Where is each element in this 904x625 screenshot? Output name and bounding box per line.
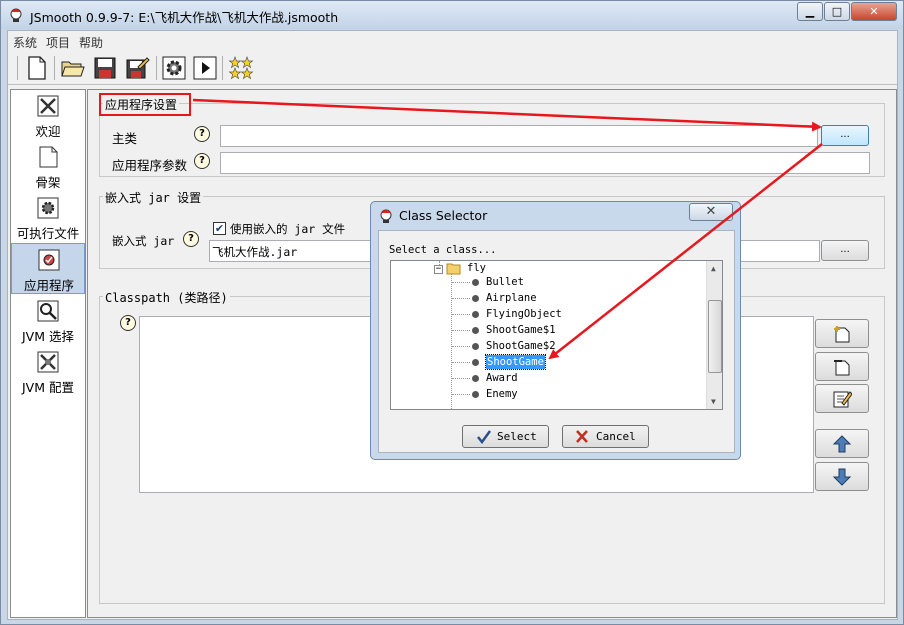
section-nav: 欢迎 骨架 可执行文件 应用程序 JVM 选择 JVM 配置	[10, 89, 86, 618]
main-class-field[interactable]	[220, 125, 818, 147]
annotation-highlight-box	[99, 93, 191, 116]
new-file-icon[interactable]	[24, 55, 50, 81]
maximize-button[interactable]: □	[824, 2, 850, 21]
collapse-toggle-icon[interactable]: −	[434, 265, 443, 274]
menu-help[interactable]: 帮助	[79, 34, 103, 51]
add-file-button[interactable]	[815, 352, 869, 381]
main-class-browse-button[interactable]: ...	[821, 125, 869, 146]
save-icon[interactable]	[92, 55, 118, 81]
embedded-jar-label: 嵌入式 jar	[112, 234, 175, 248]
nav-label: JVM 配置	[22, 380, 74, 395]
embedded-jar-help-icon[interactable]: ?	[183, 231, 199, 247]
class-bullet-icon	[472, 327, 479, 334]
scroll-down-icon[interactable]: ▼	[711, 397, 716, 406]
menu-bar: 系统 项目 帮助	[8, 31, 897, 51]
nav-label: 骨架	[35, 175, 61, 190]
move-up-icon	[832, 435, 852, 453]
checkmark-icon	[477, 430, 492, 444]
class-selector-dialog: Class Selector ✕ Select a class... − fly…	[370, 201, 741, 460]
app-args-help-icon[interactable]: ?	[194, 153, 210, 169]
class-bullet-icon	[472, 391, 479, 398]
move-down-icon	[832, 468, 852, 486]
nav-item-jvm-config[interactable]: JVM 配置	[11, 346, 85, 397]
run-icon[interactable]	[192, 55, 218, 81]
class-node[interactable]: Airplane	[486, 291, 537, 305]
class-node[interactable]: Bullet	[486, 275, 524, 289]
class-bullet-icon	[472, 359, 479, 366]
class-node[interactable]: ShootGame$2	[486, 339, 556, 353]
move-up-button[interactable]	[815, 429, 869, 458]
compile-gear-icon[interactable]	[161, 55, 187, 81]
nav-item-application[interactable]: 应用程序	[11, 243, 85, 294]
scrollbar-thumb[interactable]	[708, 300, 722, 373]
use-embedded-jar-checkbox[interactable]: ✔	[213, 222, 226, 235]
classpath-group-label: Classpath (类路径)	[103, 289, 230, 306]
embedded-jar-browse-button[interactable]: ...	[821, 240, 869, 261]
class-node[interactable]: FlyingObject	[486, 307, 562, 321]
class-node[interactable]: Award	[486, 371, 518, 385]
jsmooth-app-icon	[10, 8, 22, 22]
title-bar: JSmooth 0.9.9-7: E:\飞机大作战\飞机大作战.jsmooth …	[1, 1, 903, 29]
class-node[interactable]: ShootGame$1	[486, 323, 556, 337]
class-bullet-icon	[472, 295, 479, 302]
package-node[interactable]: fly	[467, 261, 486, 275]
select-button[interactable]: Select	[462, 425, 549, 448]
save-as-icon[interactable]	[124, 55, 150, 81]
close-button[interactable]: ✕	[851, 2, 897, 21]
use-embedded-jar-label: 使用嵌入的 jar 文件	[230, 222, 346, 236]
menu-system[interactable]: 系统	[13, 34, 37, 51]
open-folder-icon[interactable]	[60, 55, 86, 81]
jvm-search-icon	[37, 300, 59, 322]
main-class-help-icon[interactable]: ?	[194, 126, 210, 142]
add-file-icon	[834, 360, 850, 376]
edit-classpath-button[interactable]	[815, 384, 869, 413]
nav-label: 欢迎	[35, 124, 61, 139]
application-icon	[38, 249, 60, 271]
cancel-button-label: Cancel	[596, 430, 636, 443]
jvm-config-tools-icon	[37, 351, 59, 373]
jsmooth-app-icon	[380, 209, 392, 223]
welcome-tools-icon	[37, 95, 59, 117]
embedded-jar-group-label: 嵌入式 jar 设置	[103, 189, 204, 206]
nav-label: 应用程序	[23, 278, 74, 293]
app-args-field[interactable]	[220, 152, 870, 174]
menu-project[interactable]: 项目	[46, 34, 70, 51]
stars-icon[interactable]	[228, 55, 254, 81]
select-button-label: Select	[497, 430, 537, 443]
nav-item-skeleton[interactable]: 骨架	[11, 141, 85, 192]
nav-label: 可执行文件	[16, 226, 80, 241]
nav-item-jvm-selection[interactable]: JVM 选择	[11, 295, 85, 346]
class-node[interactable]: Enemy	[486, 387, 518, 401]
minimize-button[interactable]: ▁	[797, 2, 823, 21]
dialog-body: Select a class... − fly Bullet Airplane …	[378, 230, 735, 453]
class-tree[interactable]: − fly Bullet Airplane FlyingObject Shoot…	[390, 260, 723, 410]
classpath-help-icon[interactable]: ?	[120, 315, 136, 331]
add-classpath-icon	[834, 326, 850, 343]
folder-icon	[446, 263, 461, 275]
class-bullet-icon	[472, 311, 479, 318]
nav-item-welcome[interactable]: 欢迎	[11, 90, 85, 141]
tree-scrollbar[interactable]: ▲ ▼	[706, 261, 722, 409]
class-node-selected[interactable]: ShootGame	[485, 354, 546, 370]
edit-icon	[833, 391, 852, 408]
scroll-up-icon[interactable]: ▲	[711, 264, 716, 273]
executable-gear-icon	[37, 197, 59, 219]
select-class-prompt: Select a class...	[389, 244, 497, 256]
app-args-label: 应用程序参数	[112, 158, 188, 173]
dialog-title: Class Selector	[399, 208, 488, 223]
move-down-button[interactable]	[815, 462, 869, 491]
toolbar	[8, 51, 897, 85]
nav-label: JVM 选择	[22, 329, 74, 344]
dialog-close-button[interactable]: ✕	[689, 203, 733, 221]
nav-item-executable[interactable]: 可执行文件	[11, 192, 85, 243]
add-classpath-button[interactable]	[815, 319, 869, 348]
class-bullet-icon	[472, 343, 479, 350]
main-class-label: 主类	[112, 131, 138, 146]
cancel-button[interactable]: Cancel	[562, 425, 649, 448]
class-bullet-icon	[472, 375, 479, 382]
window-title: JSmooth 0.9.9-7: E:\飞机大作战\飞机大作战.jsmooth	[30, 10, 339, 25]
skeleton-page-icon	[39, 146, 58, 168]
class-bullet-icon	[472, 279, 479, 286]
cancel-x-icon	[576, 430, 588, 443]
